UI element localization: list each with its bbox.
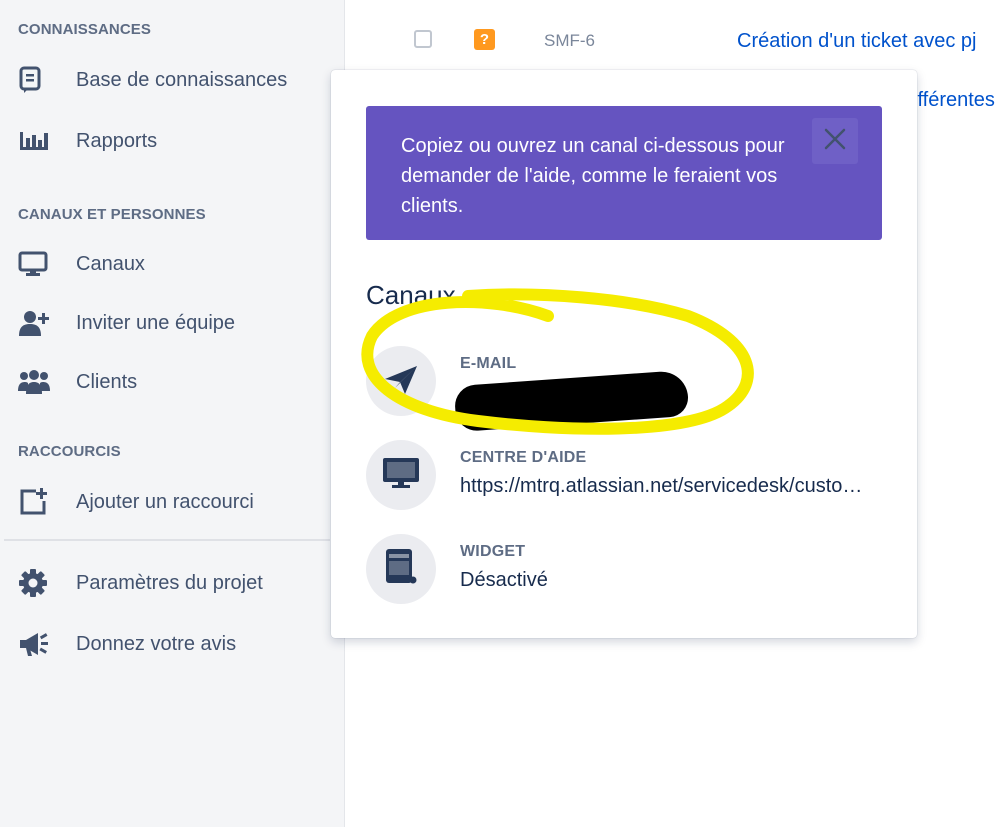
- channel-category: CENTRE D'AIDE: [460, 449, 587, 466]
- widget-icon: [384, 548, 418, 591]
- add-shortcut-icon: [18, 487, 52, 517]
- issue-summary-link[interactable]: ifférentes: [913, 89, 999, 112]
- channel-category: WIDGET: [460, 543, 526, 560]
- channel-icon-circle: [366, 346, 436, 416]
- reports-icon: [18, 126, 52, 156]
- knowledge-base-icon: [18, 65, 52, 95]
- sidebar-item-base-de-connaissances[interactable]: Base de connaissances: [0, 58, 330, 102]
- sidebar-item-clients[interactable]: Clients: [0, 360, 330, 404]
- channel-widget[interactable]: WIDGET Désactivé: [366, 534, 886, 606]
- sidebar-item-rapports[interactable]: Rapports: [0, 119, 330, 163]
- add-user-icon: [18, 308, 52, 338]
- question-issue-type-icon: ?: [474, 29, 495, 50]
- sidebar-item-inviter-une-equipe[interactable]: Inviter une équipe: [0, 301, 330, 345]
- sidebar-item-label: Inviter une équipe: [76, 311, 236, 334]
- banner-text: Copiez ou ouvrez un canal ci-dessous pou…: [401, 135, 785, 217]
- channel-icon-circle: [366, 440, 436, 510]
- section-heading-raccourcis: RACCOURCIS: [18, 443, 121, 460]
- section-heading-connaissances: CONNAISSANCES: [18, 21, 151, 38]
- channels-title: Canaux: [366, 280, 456, 310]
- sidebar-item-label: Canaux: [76, 252, 145, 275]
- sidebar-item-parametres-du-projet[interactable]: Paramètres du projet: [0, 561, 330, 605]
- sidebar-item-label: Donnez votre avis: [76, 632, 237, 655]
- issue-key[interactable]: SMF-6: [544, 31, 595, 51]
- monitor-icon: [18, 249, 52, 279]
- sidebar-item-label: Rapports: [76, 129, 158, 152]
- channel-value[interactable]: https://mtrq.atlassian.net/servicedesk/c…: [460, 475, 870, 498]
- channel-value: Désactivé: [460, 569, 548, 591]
- channel-help-center[interactable]: CENTRE D'AIDE https://mtrq.atlassian.net…: [366, 440, 886, 512]
- sidebar-item-label: Ajouter un raccourci: [76, 490, 254, 513]
- gear-icon: [18, 568, 52, 598]
- row-checkbox[interactable]: [414, 30, 432, 48]
- sidebar-item-label: Clients: [76, 370, 138, 393]
- megaphone-icon: [18, 629, 52, 659]
- section-heading-canaux-et-personnes: CANAUX ET PERSONNES: [18, 206, 206, 223]
- channel-icon-circle: [366, 534, 436, 604]
- sidebar-divider: [4, 539, 330, 541]
- info-banner: Copiez ou ouvrez un canal ci-dessous pou…: [366, 106, 882, 240]
- sidebar: CONNAISSANCES Base de connaissances Rapp…: [0, 0, 345, 827]
- customers-icon: [18, 367, 52, 397]
- sidebar-item-canaux[interactable]: Canaux: [0, 242, 330, 286]
- sidebar-item-ajouter-un-raccourci[interactable]: Ajouter un raccourci: [0, 480, 330, 524]
- sidebar-item-label: Base de connaissances: [76, 68, 288, 91]
- channels-popup: Copiez ou ouvrez un canal ci-dessous pou…: [331, 70, 917, 638]
- channel-category: E-MAIL: [460, 355, 517, 372]
- sidebar-item-donnez-votre-avis[interactable]: Donnez votre avis: [0, 622, 330, 666]
- close-icon: [824, 128, 846, 155]
- sidebar-item-label: Paramètres du projet: [76, 571, 263, 594]
- monitor-icon: [381, 456, 421, 495]
- paper-plane-icon: [383, 362, 419, 401]
- issue-summary-link[interactable]: Création d'un ticket avec pj: [737, 30, 977, 53]
- close-button[interactable]: [812, 118, 858, 164]
